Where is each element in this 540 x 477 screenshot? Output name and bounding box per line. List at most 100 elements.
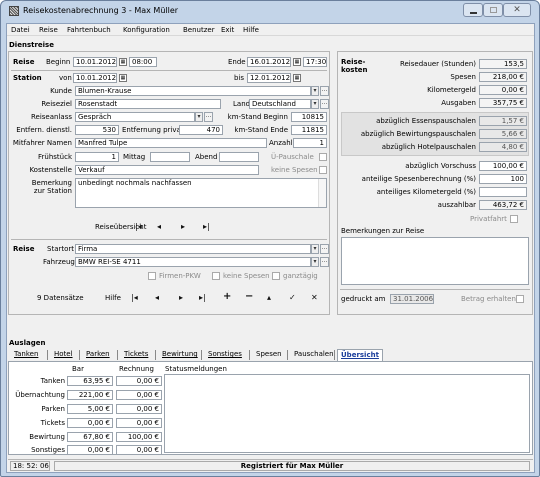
fahrzeug-select[interactable]: BMW REI-SE 4711 <box>75 257 311 267</box>
von-date-input[interactable]: 10.01.2012 <box>73 73 117 83</box>
fruehstueck-input[interactable]: 1 <box>75 152 119 162</box>
mitfahrer-input[interactable]: Manfred Tulpe <box>75 138 267 148</box>
last-record-icon[interactable]: ▸| <box>203 222 210 231</box>
startort-dropdown-icon[interactable]: ▾ <box>311 244 319 254</box>
row-rechnung-value[interactable]: 0,00 € <box>116 390 162 400</box>
kunde-more-button[interactable]: … <box>320 86 329 96</box>
prev-data-icon[interactable]: ◂ <box>155 293 159 302</box>
tab-uebersicht[interactable]: Übersicht <box>337 349 383 361</box>
menu-item-benutzer[interactable]: Benutzer <box>183 26 215 35</box>
reiseanlass-dropdown-icon[interactable]: ▾ <box>195 112 203 122</box>
bis-date-input[interactable]: 12.01.2012 <box>247 73 291 83</box>
row-rechnung-value[interactable]: 0,00 € <box>116 418 162 428</box>
row-rechnung-value[interactable]: 0,00 € <box>116 404 162 414</box>
km-ende-input[interactable]: 11815 <box>291 125 327 135</box>
reiseanlass-more-button[interactable]: … <box>204 112 213 122</box>
bemerkungen-textarea[interactable] <box>341 237 529 285</box>
row-bar-value[interactable]: 63,95 € <box>67 376 113 386</box>
reisedauer-label: Reisedauer (Stunden) <box>399 60 476 68</box>
ganztaegig-checkbox[interactable] <box>272 272 280 280</box>
menu-item-reise[interactable]: Reise <box>39 26 58 35</box>
bemerkung-scrollbar[interactable] <box>318 179 326 207</box>
vorschuss-input[interactable]: 100,00 € <box>479 161 527 171</box>
reiseziel-input[interactable]: Rosenstadt <box>75 99 221 109</box>
land-label: Land <box>233 100 251 108</box>
beginn-calendar-icon[interactable]: ▦ <box>119 58 127 66</box>
reiseanlass-select[interactable]: Gespräch <box>75 112 195 122</box>
land-select[interactable]: Deutschland <box>249 99 311 109</box>
kunde-select[interactable]: Blumen-Krause <box>75 86 311 96</box>
firmen-pkw-checkbox[interactable] <box>148 272 156 280</box>
bemerkung-textarea[interactable]: unbedingt nochmals nachfassen <box>75 178 327 208</box>
first-record-icon[interactable]: |◂ <box>135 222 142 231</box>
edit-record-icon[interactable]: ▴ <box>267 293 271 302</box>
beginn-date-input[interactable]: 10.01.2012 <box>73 57 117 67</box>
tab-hotel[interactable]: Hotel <box>51 349 76 361</box>
mittag-input[interactable] <box>150 152 190 162</box>
row-bar-value[interactable]: 67,80 € <box>67 432 113 442</box>
tab-spesen[interactable]: Spesen <box>253 349 285 361</box>
beginn-time-input[interactable]: 08:00 <box>129 57 157 67</box>
startort-select[interactable]: Firma <box>75 244 311 254</box>
row-rechnung-value[interactable]: 0,00 € <box>116 445 162 455</box>
bis-calendar-icon[interactable]: ▦ <box>293 74 301 82</box>
anzahl-label: Anzahl <box>269 139 293 147</box>
delete-record-icon[interactable]: − <box>245 292 253 302</box>
tab-pauschalen[interactable]: Pauschalen <box>291 349 337 361</box>
ende-time-input[interactable]: 17:30 <box>303 57 327 67</box>
kostenstelle-input[interactable]: Verkauf <box>75 165 259 175</box>
spesen-anteil-input[interactable]: 100 <box>479 174 527 184</box>
status-bar: 18: 52: 06 Registriert für Max Müller <box>8 459 533 471</box>
tab-parken[interactable]: Parken <box>83 349 113 361</box>
privatfahrt-checkbox[interactable] <box>510 215 518 223</box>
last-data-icon[interactable]: ▸| <box>199 293 206 302</box>
row-rechnung-value[interactable]: 0,00 € <box>116 376 162 386</box>
next-record-icon[interactable]: ▸ <box>181 222 185 231</box>
abend-label: Abend <box>195 153 218 161</box>
first-data-icon[interactable]: |◂ <box>131 293 138 302</box>
ende-calendar-icon[interactable]: ▦ <box>293 58 301 66</box>
tab-tickets[interactable]: Tickets <box>121 349 151 361</box>
land-dropdown-icon[interactable]: ▾ <box>311 99 319 109</box>
row-rechnung-value[interactable]: 100,00 € <box>116 432 162 442</box>
km-beginn-input[interactable]: 10815 <box>291 112 327 122</box>
entf-dienstl-input[interactable]: 530 <box>75 125 119 135</box>
minimize-button[interactable] <box>463 3 483 17</box>
row-bar-value[interactable]: 0,00 € <box>67 418 113 428</box>
fahrzeug-more-button[interactable]: … <box>320 257 329 267</box>
prev-record-icon[interactable]: ◂ <box>157 222 161 231</box>
menu-item-konfiguration[interactable]: Konfiguration <box>123 26 170 35</box>
row-bar-value[interactable]: 221,00 € <box>67 390 113 400</box>
startort-more-button[interactable]: … <box>320 244 329 254</box>
fahrt-keine-spesen-checkbox[interactable] <box>212 272 220 280</box>
upauschale-checkbox[interactable] <box>319 153 327 161</box>
tab-sonstiges[interactable]: Sonstiges <box>205 349 245 361</box>
menu-item-fahrtenbuch[interactable]: Fahrtenbuch <box>67 26 111 35</box>
close-button[interactable]: ✕ <box>503 3 531 17</box>
menu-item-exit[interactable]: Exit <box>221 26 234 35</box>
entf-privat-input[interactable]: 470 <box>179 125 223 135</box>
row-bar-value[interactable]: 0,00 € <box>67 445 113 455</box>
land-more-button[interactable]: … <box>320 99 329 109</box>
save-record-icon[interactable]: ✓ <box>289 293 296 302</box>
km-anteil-input[interactable] <box>479 187 527 197</box>
fahrzeug-dropdown-icon[interactable]: ▾ <box>311 257 319 267</box>
keine-spesen-checkbox[interactable] <box>319 166 327 174</box>
anzahl-input[interactable]: 1 <box>293 138 327 148</box>
von-calendar-icon[interactable]: ▦ <box>119 74 127 82</box>
cancel-record-icon[interactable]: ✕ <box>311 293 318 302</box>
add-record-icon[interactable]: + <box>223 292 231 302</box>
row-label: Bewirtung <box>29 433 65 441</box>
menu-item-hilfe[interactable]: Hilfe <box>243 26 259 35</box>
maximize-button[interactable] <box>483 3 503 17</box>
tab-tanken[interactable]: Tanken <box>11 349 41 361</box>
menu-item-datei[interactable]: Datei <box>11 26 30 35</box>
auszahlbar-label: auszahlbar <box>437 201 476 209</box>
next-data-icon[interactable]: ▸ <box>179 293 183 302</box>
kunde-dropdown-icon[interactable]: ▾ <box>311 86 319 96</box>
tab-bewirtung[interactable]: Bewirtung <box>159 349 201 361</box>
ende-date-input[interactable]: 16.01.2012 <box>247 57 291 67</box>
betrag-checkbox[interactable] <box>516 295 524 303</box>
abend-input[interactable] <box>219 152 259 162</box>
row-bar-value[interactable]: 5,00 € <box>67 404 113 414</box>
